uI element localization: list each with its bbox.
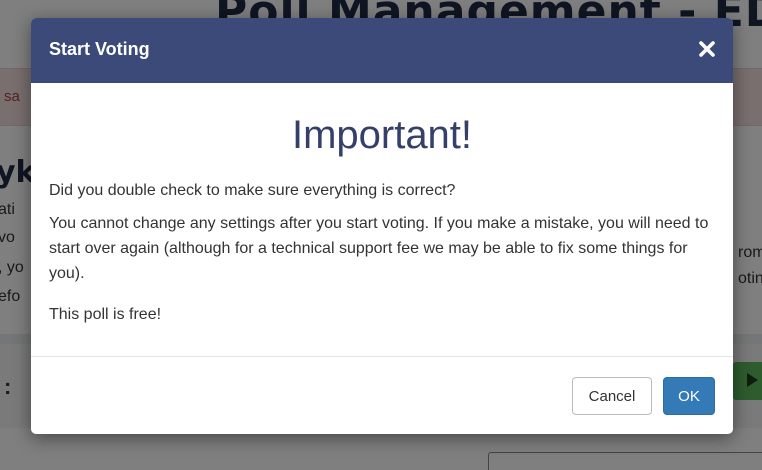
warning-text: You cannot change any settings after you… xyxy=(49,215,709,282)
important-heading: Important! xyxy=(291,113,473,157)
price-note: This poll is free! xyxy=(49,306,162,323)
close-button[interactable] xyxy=(695,37,719,61)
modal-title: Start Voting xyxy=(49,39,150,59)
cancel-button[interactable]: Cancel xyxy=(572,377,652,415)
close-icon xyxy=(699,41,715,57)
modal-header: Start Voting xyxy=(31,18,733,83)
start-voting-modal: Start Voting Important! Did you double c… xyxy=(31,18,733,434)
confirm-question: Did you double check to make sure everyt… xyxy=(49,182,456,199)
modal-body: Important! Did you double check to make … xyxy=(31,83,733,357)
ok-button[interactable]: OK xyxy=(663,377,715,415)
